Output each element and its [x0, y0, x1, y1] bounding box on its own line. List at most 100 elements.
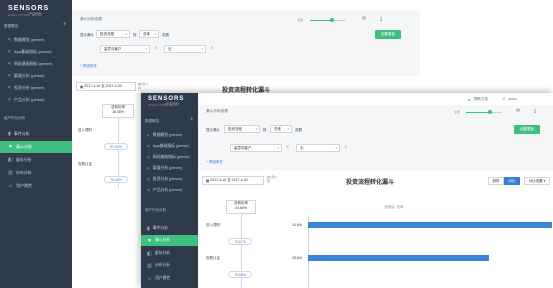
- funnel-bar: [308, 255, 489, 261]
- date-range-picker[interactable]: ▦ 2017-4-16 至 2017-4-30: [76, 82, 136, 91]
- sidebar-section-title: 数据概览: [145, 119, 159, 123]
- chevron-down-icon: ▾: [154, 32, 156, 36]
- step-label: 查看认证: [206, 256, 220, 260]
- sidebar-item-user[interactable]: ☺ 用户属性: [0, 180, 72, 192]
- remove-icon[interactable]: ✕: [154, 45, 157, 50]
- add-dashboard-icon[interactable]: +: [190, 117, 194, 123]
- sidebar-item-web[interactable]: < 网站基础指标 (penve): [0, 58, 72, 70]
- bar-chart-icon: ▮: [8, 131, 11, 137]
- toggle-trend[interactable]: 趋势: [488, 177, 504, 185]
- refresh-icon[interactable]: ⟳: [516, 108, 520, 114]
- share-icon: <: [8, 73, 11, 79]
- download-icon[interactable]: ⤓: [534, 108, 536, 114]
- chart-legend: 分组后: 总体: [384, 205, 404, 209]
- share-icon: <: [147, 176, 150, 183]
- top-bar: [72, 0, 420, 10]
- sidebar-item-funnel[interactable]: ▼ 漏斗分析: [0, 141, 72, 153]
- share-icon: <: [147, 187, 150, 194]
- share-icon: <: [8, 97, 11, 103]
- step-value: 25.6%: [292, 256, 302, 260]
- create-dashboard-button[interactable]: 创建看板: [375, 30, 401, 39]
- main-area: ● 帮助文档 ☺ demo 漏斗分析/查看 全屏 ⟳ ⤓ 创建看板 显示漏斗 投…: [198, 93, 553, 288]
- refresh-icon[interactable]: ⟳: [362, 16, 366, 22]
- remove-icon[interactable]: ✕: [344, 144, 347, 149]
- chevron-down-icon: ▾: [201, 47, 203, 51]
- sidebar-item-invest[interactable]: < 投资分析 (penve): [0, 82, 72, 94]
- share-icon: <: [147, 143, 150, 150]
- sidebar-item-channel[interactable]: < 渠道分析 (penve): [0, 70, 72, 82]
- funnel-label: 显示漏斗: [80, 33, 94, 37]
- segment-select[interactable]: 高意向客户 ▾: [230, 144, 282, 152]
- sidebar-item-distribution[interactable]: ▥ 分布分析: [0, 167, 72, 179]
- share-icon: <: [8, 37, 11, 43]
- sidebar-item-product[interactable]: < 产品分析 (penve): [141, 185, 198, 196]
- total-rate-value: 16.38%: [112, 110, 124, 114]
- sidebar-item-invest[interactable]: < 投资分析 (penve): [141, 174, 198, 185]
- compare-settings-button[interactable]: 对比设置 ▾: [524, 177, 550, 185]
- sidebar-item-retention[interactable]: ◧ 留存分析: [141, 248, 198, 259]
- chevron-down-icon: ▾: [145, 47, 147, 51]
- top-bar: [198, 93, 553, 105]
- chart-title: 投资流程转化漏斗: [346, 180, 395, 186]
- brand-tag: (产品预置): [165, 102, 179, 106]
- add-filter-link[interactable]: + 筛选条件: [206, 160, 223, 165]
- by-label: 按: [133, 33, 137, 37]
- sidebar-item-app[interactable]: < App基础指标 (penve): [141, 141, 198, 152]
- user-icon: ☺: [8, 183, 14, 189]
- sidebar-item-web[interactable]: < 网站基础指标 (penve): [141, 152, 198, 163]
- sidebar-item-event[interactable]: ▮ 事件分析: [0, 128, 72, 140]
- sidebar-item-channel[interactable]: < 渠道分析 (penve): [141, 163, 198, 174]
- segment-select[interactable]: 高意向客户 ▾: [100, 45, 150, 53]
- step-label: 进入理财: [78, 128, 92, 132]
- sidebar-item-funnel[interactable]: ▼ 漏斗分析: [141, 235, 198, 246]
- step-label: 进入理财: [206, 223, 220, 227]
- share-icon: <: [147, 165, 150, 172]
- zoom-knob[interactable]: [488, 110, 492, 114]
- chevron-down-icon: ▾: [335, 146, 337, 150]
- segment2-select[interactable]: 无 ▾: [296, 144, 340, 152]
- create-dashboard-button[interactable]: 创建看板: [514, 125, 540, 134]
- user-name[interactable]: demo: [508, 97, 517, 101]
- zoom-knob[interactable]: [330, 18, 334, 22]
- sidebar-item-overview[interactable]: < 数据概览 (penve): [0, 34, 72, 46]
- sidebar-item-app[interactable]: < App基础指标 (penve): [0, 46, 72, 58]
- sidebar-item-user[interactable]: ☺ 用户属性: [141, 273, 198, 284]
- add-dashboard-icon[interactable]: +: [63, 22, 67, 28]
- retention-icon: ◧: [8, 157, 13, 163]
- remove-icon[interactable]: ✕: [286, 144, 289, 149]
- add-filter-link[interactable]: + 筛选条件: [80, 64, 97, 69]
- sidebar-item-distribution[interactable]: ▥ 分布分析: [141, 260, 198, 271]
- segment2-select[interactable]: 无 ▾: [164, 45, 206, 53]
- toggle-compare[interactable]: 对比: [504, 177, 520, 185]
- help-icon[interactable]: ●: [468, 97, 470, 102]
- view-label: 查看: [295, 128, 302, 132]
- chevron-down-icon: ▾: [125, 32, 127, 36]
- zoom-slider-fill: [310, 20, 332, 21]
- share-icon: <: [8, 49, 11, 55]
- group-select[interactable]: 总体 ▾: [139, 30, 159, 38]
- sidebar-item-product[interactable]: < 产品分析 (penve): [0, 94, 72, 106]
- sidebar-item-retention[interactable]: ◧ 留存分析: [0, 154, 72, 166]
- breadcrumb[interactable]: 漏斗分析/查看: [206, 109, 228, 114]
- help-link[interactable]: 帮助文档: [474, 97, 488, 102]
- funnel-select[interactable]: 投资流程 ▾: [96, 30, 130, 38]
- remove-icon[interactable]: ✕: [210, 45, 213, 50]
- brand-tag: (产品预置): [28, 12, 42, 16]
- sidebar-section-title: 数据概览: [4, 24, 18, 28]
- funnel-bar: [308, 222, 552, 228]
- front-screenshot: SENSORS ANALYTICS (产品预置) 数据概览 + < 数据概览 (p…: [141, 93, 553, 288]
- group-select[interactable]: 总体 ▾: [270, 125, 292, 133]
- total-rate-box: 总转化率 24.60%: [226, 200, 256, 214]
- funnel-icon: ▼: [8, 144, 13, 150]
- analysis-section-title: 用户行为分析: [4, 116, 25, 120]
- total-rate-value: 24.60%: [235, 206, 247, 210]
- step-value: 34.6%: [292, 223, 302, 227]
- funnel-select[interactable]: 投资流程 ▾: [224, 125, 260, 133]
- distribution-icon: ▥: [147, 262, 152, 269]
- breadcrumb[interactable]: 漏斗分析/查看: [80, 17, 102, 22]
- date-range-picker[interactable]: ▦ 2017-4-16 至 2017-4-30: [202, 176, 264, 185]
- brand-logo: SENSORS: [8, 5, 50, 12]
- download-icon[interactable]: ⤓: [380, 16, 382, 22]
- sidebar-item-overview[interactable]: < 数据概览 (penve): [141, 130, 198, 141]
- sidebar-item-event[interactable]: ▮ 事件分析: [141, 223, 198, 234]
